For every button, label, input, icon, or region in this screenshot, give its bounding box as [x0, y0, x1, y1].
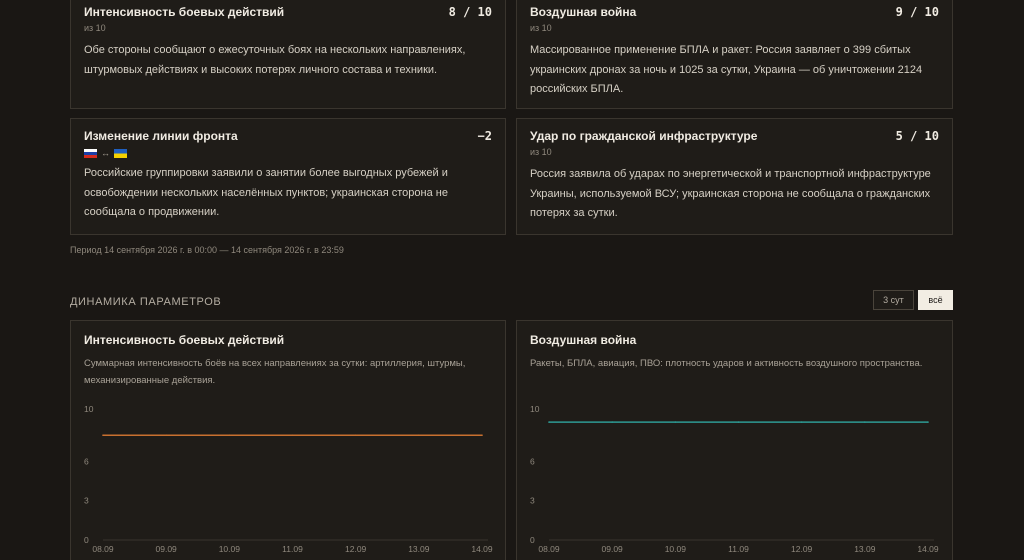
data-point [102, 434, 104, 436]
data-point [228, 434, 231, 436]
card-text: Россия заявила об ударах по энергетическ… [530, 168, 931, 219]
period-label: Период 14 сентября 2026 г. в 00:00 — 14 … [70, 245, 344, 255]
card-text: Российские группировки заявили о занятии… [84, 167, 448, 218]
card-title: Изменение линии фронта [84, 129, 238, 143]
data-point [737, 421, 740, 423]
x-tick-label: 11.09 [282, 544, 303, 554]
data-point [800, 421, 803, 423]
line-chart: 0 3 6 10 08.09 09.09 10.09 11.09 12.09 13.09 14.09 [530, 404, 939, 554]
x-tick-label: 12.09 [345, 544, 367, 554]
y-tick-label: 0 [84, 535, 89, 545]
data-point [165, 434, 167, 436]
x-tick-label: 13.09 [854, 544, 876, 554]
card-score: 5 / 10 [895, 129, 939, 143]
card-text: Массированное применение БПЛА и ракет: Р… [530, 44, 923, 95]
data-point [927, 421, 929, 423]
card-subtitle: из 10 [530, 23, 552, 33]
x-tick-label: 13.09 [408, 544, 430, 554]
card-title: Удар по гражданской инфраструктуре [530, 129, 758, 143]
x-tick-label: 09.09 [156, 544, 178, 554]
y-tick-label: 3 [530, 496, 535, 506]
x-tick-label: 12.09 [791, 544, 813, 554]
data-point [548, 421, 550, 423]
x-tick-label: 10.09 [665, 544, 687, 554]
x-tick-label: 11.09 [728, 544, 749, 554]
data-point [611, 421, 613, 423]
x-tick-label: 14.09 [471, 544, 493, 554]
card-text: Обе стороны сообщают о ежесуточных боях … [84, 44, 466, 76]
y-tick-label: 3 [84, 496, 89, 506]
chart-card-combat-intensity: Интенсивность боевых действий Суммарная … [70, 320, 506, 560]
russia-flag-icon [84, 148, 97, 158]
page: Интенсивность боевых действий 8 / 10 из … [0, 0, 1024, 560]
range-toggle-all[interactable]: всё [918, 290, 953, 310]
range-toggle-3-days[interactable]: 3 сут [873, 290, 914, 310]
line-chart: 0 3 6 10 08.09 09.09 10.09 11.09 12.09 13.09 14.09 [84, 404, 493, 554]
data-point [864, 421, 866, 423]
y-tick-label: 0 [530, 535, 535, 545]
card-subtitle: из 10 [84, 23, 106, 33]
card-title: Воздушная война [530, 5, 637, 19]
y-tick-label: 10 [84, 404, 94, 414]
card-title: Интенсивность боевых действий [84, 5, 285, 19]
card-subtitle: из 10 [530, 147, 552, 157]
data-point [418, 434, 420, 436]
ukraine-flag-icon [114, 148, 127, 158]
metric-card-combat-intensity: Интенсивность боевых действий 8 / 10 из … [70, 0, 506, 109]
chart-card-air-war: Воздушная война Ракеты, БПЛА, авиация, П… [516, 320, 953, 560]
x-tick-label: 14.09 [917, 544, 939, 554]
flags-row: ↔ [84, 148, 492, 158]
left-right-arrow-icon: ↔ [101, 148, 110, 158]
card-score: 8 / 10 [448, 5, 492, 19]
y-tick-label: 6 [530, 456, 535, 466]
metric-card-civil-infrastructure: Удар по гражданской инфраструктуре 5 / 1… [516, 118, 953, 235]
data-point [354, 434, 357, 436]
x-tick-label: 08.09 [538, 544, 560, 554]
metric-card-air-war: Воздушная война 9 / 10 из 10 Массированн… [516, 0, 953, 109]
section-title: ДИНАМИКА ПАРАМЕТРОВ [70, 296, 222, 308]
data-point [291, 434, 294, 436]
data-point [674, 421, 677, 423]
x-tick-label: 10.09 [219, 544, 241, 554]
card-score: 9 / 10 [895, 5, 939, 19]
x-tick-label: 08.09 [92, 544, 114, 554]
y-tick-label: 10 [530, 404, 540, 414]
card-score: −2 [477, 129, 492, 143]
x-tick-label: 09.09 [602, 544, 624, 554]
data-point [481, 434, 483, 436]
y-tick-label: 6 [84, 456, 89, 466]
metric-card-frontline-change: Изменение линии фронта −2 ↔ Российские г… [70, 118, 506, 235]
